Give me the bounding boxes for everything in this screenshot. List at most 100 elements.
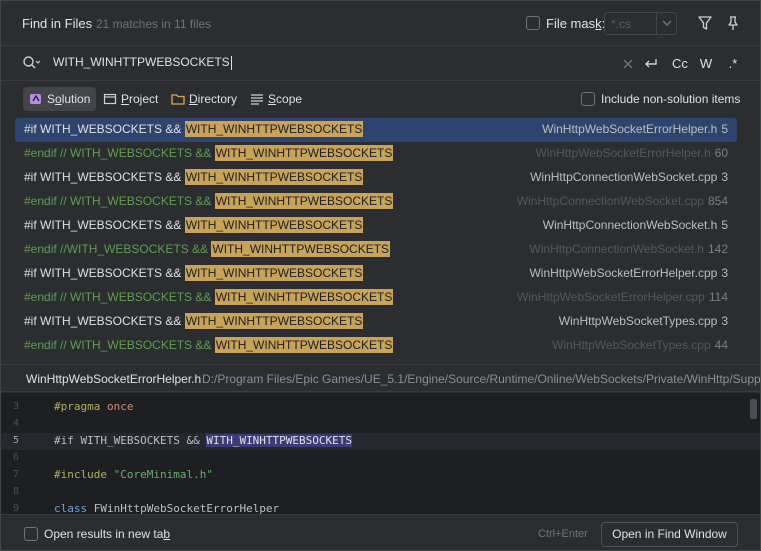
preview-token: WITH_WINHTTPWEBSOCKETS <box>206 434 353 447</box>
preview-line-number: 7 <box>12 469 19 480</box>
scope-scope-tab[interactable]: Scope <box>244 87 308 111</box>
preview-token: "CoreMinimal.h" <box>113 468 213 481</box>
result-row[interactable]: #endif // WITH_WEBSOCKETS && WITH_WINHTT… <box>15 286 737 310</box>
chevron-down-icon[interactable] <box>656 13 676 34</box>
find-in-files-dialog: Find in Files 21 matches in 11 files Fil… <box>0 0 761 551</box>
preview-line-code: #pragma once <box>54 400 133 413</box>
result-line-number: 114 <box>708 290 728 304</box>
preview-line: 9 class FWinHttpWebSocketErrorHelper <box>1 501 760 514</box>
preview-line-code: #include "CoreMinimal.h" <box>54 468 213 481</box>
preview-token: class <box>54 502 88 514</box>
result-file-name: WinHttpWebSocketErrorHelper.cpp <box>529 266 718 280</box>
scope-solution-label: Solution <box>47 92 91 106</box>
result-prefix: #if WITH_WEBSOCKETS && <box>24 218 185 232</box>
scope-project-label: Project <box>121 92 159 106</box>
preview-line-code: class FWinHttpWebSocketErrorHelper <box>54 502 279 514</box>
result-row[interactable]: #endif // WITH_WEBSOCKETS && WITH_WINHTT… <box>15 142 737 166</box>
preview-file-path: D:/Program Files/Epic Games/UE_5.1/Engin… <box>202 372 761 386</box>
result-row[interactable]: #if WITH_WEBSOCKETS && WITH_WINHTTPWEBSO… <box>15 214 737 238</box>
result-match-highlight: WITH_WINHTTPWEBSOCKETS <box>184 169 364 185</box>
result-prefix: #if WITH_WEBSOCKETS && <box>24 266 185 280</box>
result-file-name: WinHttpConnectionWebSocket.h <box>529 242 704 256</box>
preview-token <box>107 468 114 481</box>
scope-scope-label: Scope <box>268 92 303 106</box>
result-prefix: #endif // WITH_WEBSOCKETS && <box>24 290 215 304</box>
scope-project-tab[interactable]: Project <box>97 87 164 111</box>
include-non-solution-checkbox[interactable] <box>581 92 595 106</box>
result-code: #endif //WITH_WEBSOCKETS && WITH_WINHTTP… <box>24 241 391 257</box>
result-location: WinHttpConnectionWebSocket.cpp 854 <box>517 194 728 208</box>
dialog-header: Find in Files 21 matches in 11 files Fil… <box>1 1 760 45</box>
result-line-number: 5 <box>721 218 728 232</box>
result-file-name: WinHttpWebSocketTypes.cpp <box>552 338 711 352</box>
search-row: WITH_WINHTTPWEBSOCKETS Cc W .* <box>1 45 760 81</box>
file-mask-checkbox[interactable] <box>526 16 540 30</box>
result-row[interactable]: #if WITH_WEBSOCKETS && WITH_WINHTTPWEBSO… <box>15 118 737 142</box>
result-code: #if WITH_WEBSOCKETS && WITH_WINHTTPWEBSO… <box>24 121 364 137</box>
result-line-number: 3 <box>721 314 728 328</box>
preview-path-bar: WinHttpWebSocketErrorHelper.h D:/Program… <box>1 364 760 392</box>
file-mask-label[interactable]: File mask: <box>546 16 605 31</box>
list-icon <box>251 94 263 105</box>
search-input[interactable]: WITH_WINHTTPWEBSOCKETS <box>53 55 232 70</box>
result-location: WinHttpConnectionWebSocket.h 142 <box>529 242 728 256</box>
code-preview[interactable]: 9 class FWinHttpWebSocketErrorHelper 8 7 #in… <box>1 393 760 514</box>
new-line-icon[interactable] <box>641 54 661 74</box>
preview-scrollbar-marker[interactable] <box>750 399 757 419</box>
result-line-number: 5 <box>721 122 728 136</box>
result-file-name: WinHttpWebSocketErrorHelper.cpp <box>517 290 705 304</box>
scope-row: Solution Project Directory Scope Include… <box>1 81 760 117</box>
preview-line: 4 <box>1 416 760 433</box>
result-code: #endif // WITH_WEBSOCKETS && WITH_WINHTT… <box>24 145 394 161</box>
project-icon <box>103 93 117 105</box>
result-row[interactable]: #endif // WITH_WEBSOCKETS && WITH_WINHTT… <box>15 190 737 214</box>
result-row[interactable]: #endif // WITH_WEBSOCKETS && WITH_WINHTT… <box>15 334 737 358</box>
result-code: #endif // WITH_WEBSOCKETS && WITH_WINHTT… <box>24 193 394 209</box>
open-new-tab-label[interactable]: Open results in new tab <box>44 527 170 541</box>
result-match-highlight: WITH_WINHTTPWEBSOCKETS <box>214 193 394 209</box>
result-match-highlight: WITH_WINHTTPWEBSOCKETS <box>184 217 364 233</box>
result-file-name: WinHttpConnectionWebSocket.cpp <box>516 194 704 208</box>
result-location: WinHttpConnectionWebSocket.h 5 <box>543 218 728 232</box>
results-list: #if WITH_WEBSOCKETS && WITH_WINHTTPWEBSO… <box>15 118 746 358</box>
clear-icon[interactable] <box>620 54 636 74</box>
whole-words-button[interactable]: W <box>697 54 715 74</box>
preview-token: once <box>106 400 134 413</box>
result-row[interactable]: #if WITH_WEBSOCKETS && WITH_WINHTTPWEBSO… <box>15 262 737 286</box>
scope-directory-tab[interactable]: Directory <box>165 87 243 111</box>
result-location: WinHttpWebSocketTypes.cpp 3 <box>559 314 728 328</box>
search-history-icon[interactable] <box>22 55 42 74</box>
result-location: WinHttpWebSocketTypes.cpp 44 <box>552 338 728 352</box>
result-row[interactable]: #endif //WITH_WEBSOCKETS && WITH_WINHTTP… <box>15 238 737 262</box>
result-prefix: #endif //WITH_WEBSOCKETS && <box>24 242 212 256</box>
result-file-name: WinHttpWebSocketTypes.cpp <box>558 314 718 328</box>
folder-icon <box>171 94 185 105</box>
open-in-find-window-button[interactable]: Open in Find Window <box>601 522 738 547</box>
filter-icon[interactable] <box>696 14 714 32</box>
preview-line-number: 4 <box>12 418 19 429</box>
regex-button[interactable]: .* <box>723 54 743 74</box>
preview-file-name: WinHttpWebSocketErrorHelper.h <box>26 372 202 386</box>
result-prefix: #if WITH_WEBSOCKETS && <box>24 170 185 184</box>
result-match-highlight: WITH_WINHTTPWEBSOCKETS <box>214 289 394 305</box>
result-row[interactable]: #if WITH_WEBSOCKETS && WITH_WINHTTPWEBSO… <box>15 310 737 334</box>
include-non-solution-label[interactable]: Include non-solution items <box>601 92 740 106</box>
result-prefix: #endif // WITH_WEBSOCKETS && <box>24 194 215 208</box>
pin-icon[interactable] <box>724 14 742 32</box>
result-line-number: 854 <box>707 194 728 208</box>
result-match-highlight: WITH_WINHTTPWEBSOCKETS <box>214 145 394 161</box>
match-case-button[interactable]: Cc <box>669 54 691 74</box>
file-mask-dropdown[interactable]: *.cs <box>604 12 677 35</box>
preview-line-number: 5 <box>12 435 19 446</box>
preview-line: 5 #if WITH_WEBSOCKETS && WITH_WINHTTPWEBS… <box>1 433 760 450</box>
result-code: #if WITH_WEBSOCKETS && WITH_WINHTTPWEBSO… <box>24 313 364 329</box>
result-code: #if WITH_WEBSOCKETS && WITH_WINHTTPWEBSO… <box>24 265 364 281</box>
scope-directory-label: Directory <box>189 92 238 106</box>
result-row[interactable]: #if WITH_WEBSOCKETS && WITH_WINHTTPWEBSO… <box>15 166 737 190</box>
preview-line: 6 <box>1 450 760 467</box>
result-file-name: WinHttpConnectionWebSocket.cpp <box>530 170 718 184</box>
result-match-highlight: WITH_WINHTTPWEBSOCKETS <box>214 337 394 353</box>
result-location: WinHttpWebSocketErrorHelper.cpp 114 <box>517 290 728 304</box>
open-new-tab-checkbox[interactable] <box>24 527 38 541</box>
scope-solution-tab[interactable]: Solution <box>23 87 97 111</box>
